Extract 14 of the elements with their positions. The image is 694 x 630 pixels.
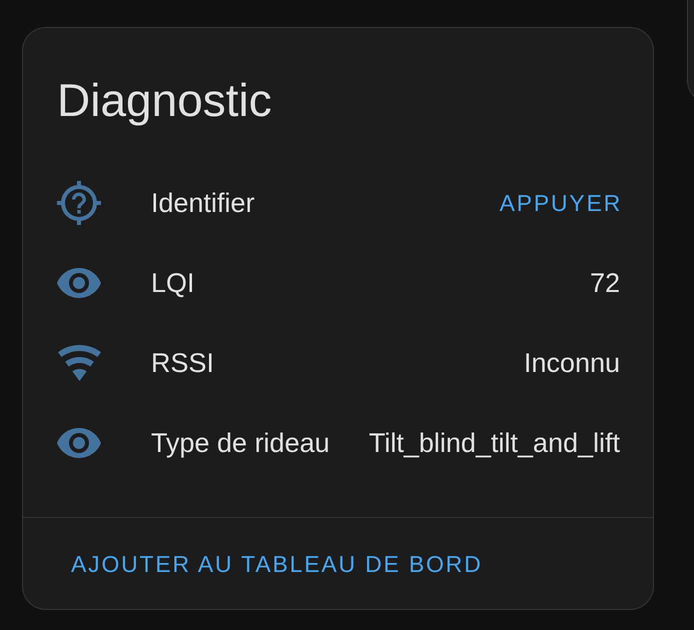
card-title: Diagnostic	[57, 73, 272, 128]
row-value: 72	[588, 267, 620, 299]
row-label: Type de rideau	[151, 427, 330, 459]
row-label: LQI	[151, 267, 195, 299]
eye-icon	[57, 428, 101, 458]
row-value: Tilt_blind_tilt_and_lift	[368, 427, 620, 459]
target-question-icon	[57, 181, 101, 225]
eye-icon	[57, 268, 101, 298]
row-label: Identifier	[151, 187, 255, 219]
wifi-icon	[58, 345, 100, 381]
row-label: RSSI	[151, 347, 214, 379]
press-button[interactable]: APPUYER	[485, 180, 634, 226]
row-value: Inconnu	[522, 347, 620, 379]
add-to-dashboard-button[interactable]: AJOUTER AU TABLEAU DE BORD	[57, 536, 494, 592]
